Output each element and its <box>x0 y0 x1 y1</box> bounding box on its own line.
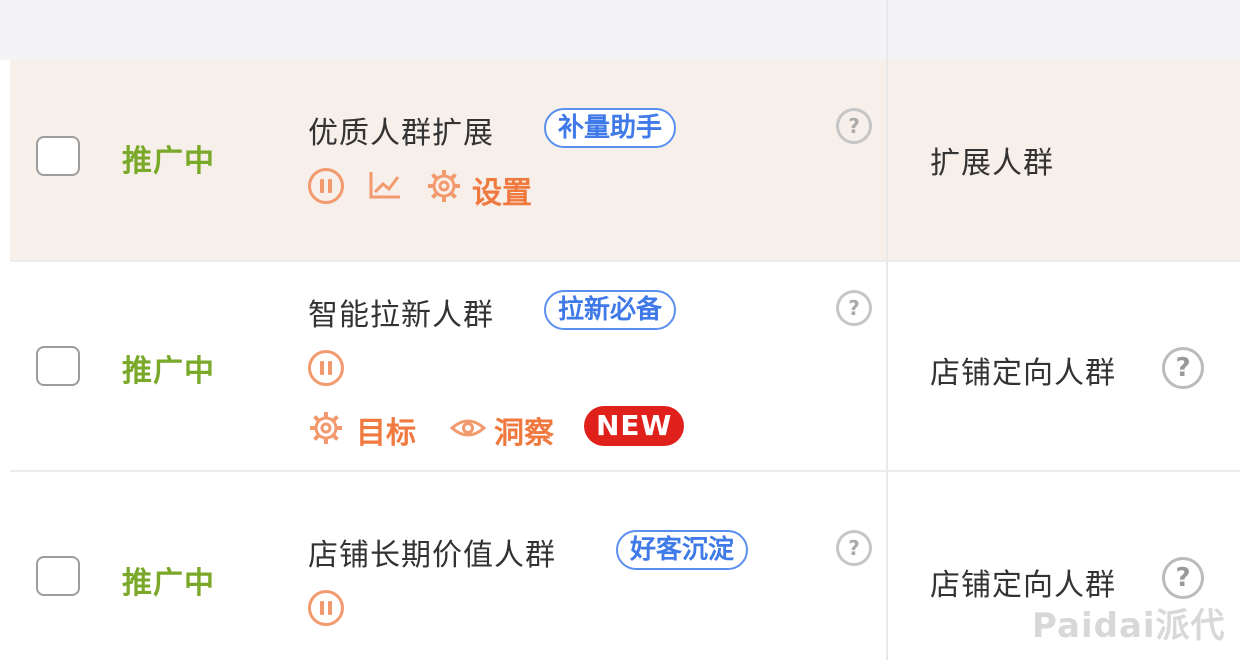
gear-icon[interactable] <box>308 410 344 446</box>
gear-icon[interactable] <box>426 168 462 204</box>
settings-link[interactable]: 设置 <box>472 168 532 212</box>
target-link[interactable]: 目标 <box>356 408 416 452</box>
row-checkbox[interactable] <box>36 136 80 176</box>
crowd-name: 店铺长期价值人群 <box>308 538 556 573</box>
crowd-type-text: 店铺定向人群 <box>930 356 1116 391</box>
new-badge: NEW <box>584 406 685 446</box>
insight-link[interactable]: 洞察 <box>494 408 554 452</box>
row-checkbox[interactable] <box>36 346 80 386</box>
pause-icon[interactable] <box>308 590 344 626</box>
crowd-tag-badge[interactable]: 补量助手 <box>544 108 677 148</box>
eye-icon[interactable] <box>450 414 486 442</box>
crowd-name: 优质人群扩展 <box>308 116 494 151</box>
crowd-tag-badge[interactable]: 好客沉淀 <box>616 530 749 570</box>
pause-icon[interactable] <box>308 350 344 386</box>
help-icon[interactable]: ? <box>836 530 872 566</box>
help-icon[interactable]: ? <box>836 108 872 144</box>
status-text: 推广中 <box>122 144 215 179</box>
pause-icon[interactable] <box>308 168 344 204</box>
row-checkbox[interactable] <box>36 556 80 596</box>
crowd-type-text: 扩展人群 <box>930 146 1054 181</box>
help-icon[interactable]: ? <box>836 290 872 326</box>
table-header-bar <box>0 0 1240 60</box>
crowd-name: 智能拉新人群 <box>308 298 494 333</box>
watermark: Paidai派代 <box>1032 606 1226 646</box>
help-icon[interactable]: ? <box>1162 347 1204 389</box>
column-divider <box>886 0 888 660</box>
crowd-tag-badge[interactable]: 拉新必备 <box>544 290 677 330</box>
status-text: 推广中 <box>122 354 215 389</box>
status-text: 推广中 <box>122 566 215 601</box>
help-icon[interactable]: ? <box>1162 557 1204 599</box>
chart-icon[interactable] <box>368 170 402 200</box>
